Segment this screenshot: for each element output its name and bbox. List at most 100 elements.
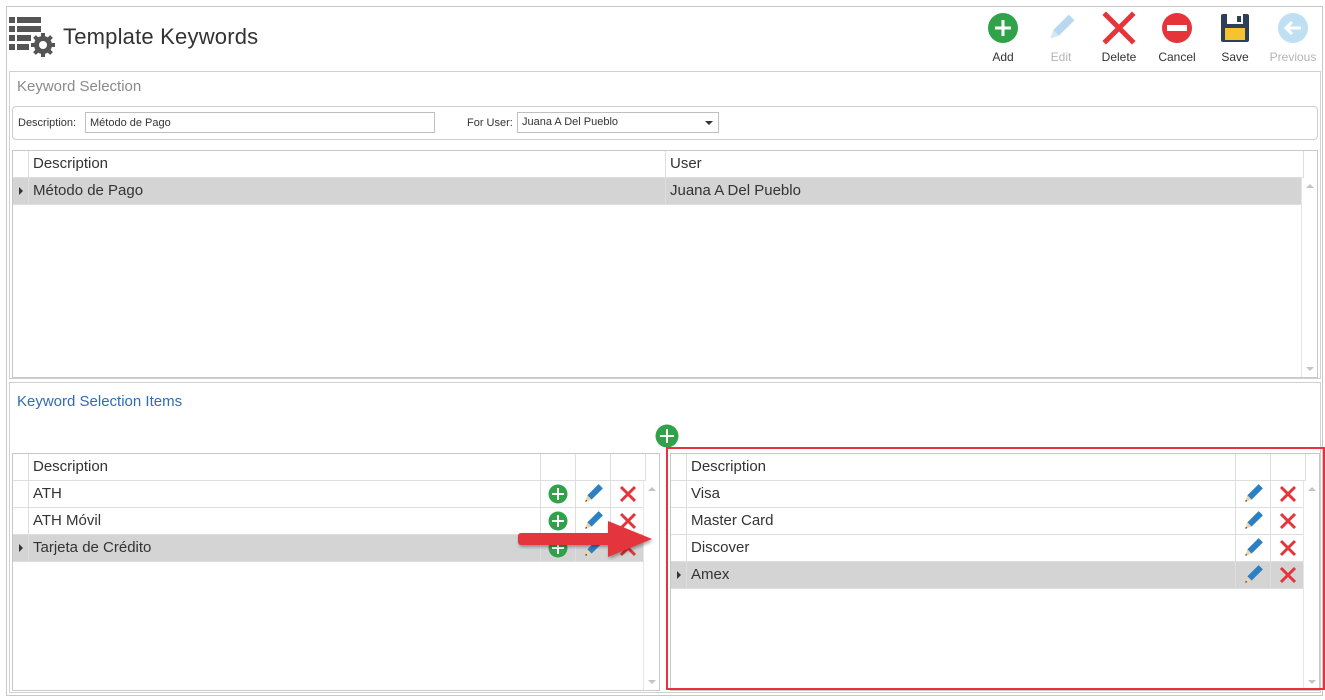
row-description: Método de Pago: [33, 182, 144, 199]
scroll-down-icon[interactable]: [648, 680, 656, 684]
row-description: Tarjeta de Crédito: [33, 539, 152, 556]
for-user-label: For User:: [467, 117, 513, 129]
delete-row-button[interactable]: [1270, 535, 1305, 561]
add-icon: [548, 538, 567, 558]
column-header-description[interactable]: Description: [28, 454, 108, 480]
keyword-items-panel: Keyword Selection Items Description ATH …: [9, 382, 1321, 693]
grid-header-row: Description User: [13, 151, 1303, 178]
for-user-value: Juana A Del Pueblo: [522, 116, 619, 128]
delete-icon: [619, 539, 636, 557]
edit-row-button[interactable]: [1235, 535, 1270, 561]
keyword-selection-panel: Keyword Selection Description: For User:…: [9, 71, 1321, 379]
delete-row-button[interactable]: [610, 535, 645, 561]
edit-button[interactable]: Edit: [1032, 9, 1090, 67]
table-row[interactable]: Método de Pago Juana A Del Pueblo: [13, 178, 1303, 205]
row-user: Juana A Del Pueblo: [670, 182, 801, 199]
divider: [28, 454, 29, 562]
add-item-button[interactable]: [655, 424, 679, 448]
pencil-icon: [1244, 538, 1263, 556]
filter-box: Description: For User: Juana A Del Puebl…: [12, 106, 1318, 140]
delete-row-button[interactable]: [610, 481, 645, 507]
add-row-button[interactable]: [540, 481, 575, 507]
table-row[interactable]: ATH Móvil: [13, 508, 645, 535]
delete-row-button[interactable]: [1270, 481, 1305, 507]
previous-label: Previous: [1269, 50, 1317, 64]
row-indicator: [13, 178, 28, 204]
divider: [1303, 151, 1304, 178]
edit-row-button[interactable]: [1235, 508, 1270, 534]
left-items-grid: Description ATH ATH Móvil Tarjeta de Cré…: [12, 453, 660, 691]
save-button[interactable]: Save: [1206, 9, 1264, 67]
edit-label: Edit: [1050, 50, 1072, 64]
add-icon: [548, 511, 567, 531]
scroll-up-icon[interactable]: [648, 487, 656, 491]
keyword-items-title: Keyword Selection Items: [17, 393, 183, 410]
chevron-down-icon: [705, 121, 713, 125]
pencil-icon: [584, 538, 603, 556]
row-description: Amex: [691, 566, 730, 583]
table-row[interactable]: Amex: [671, 562, 1305, 589]
edit-row-button[interactable]: [575, 535, 610, 561]
scroll-down-icon[interactable]: [1306, 367, 1314, 371]
scroll-up-icon[interactable]: [1306, 184, 1314, 188]
scroll-up-icon[interactable]: [1308, 487, 1316, 491]
description-input[interactable]: [85, 112, 435, 133]
right-items-grid: Description Visa Master Card Discover Am…: [670, 453, 1320, 691]
table-row[interactable]: Master Card: [671, 508, 1305, 535]
column-header-description[interactable]: Description: [686, 454, 766, 480]
divider: [575, 454, 576, 562]
delete-icon: [1279, 539, 1296, 557]
previous-icon: [1276, 11, 1310, 45]
scroll-down-icon[interactable]: [1308, 680, 1316, 684]
delete-label: Delete: [1101, 50, 1137, 64]
table-row[interactable]: Visa: [671, 481, 1305, 508]
vertical-scrollbar[interactable]: [1301, 178, 1317, 377]
edit-icon: [1044, 11, 1078, 45]
column-header-user[interactable]: User: [665, 151, 702, 177]
table-row[interactable]: ATH: [13, 481, 645, 508]
row-indicator: [13, 535, 28, 561]
add-row-button[interactable]: [540, 535, 575, 561]
add-icon: [986, 11, 1020, 45]
add-icon: [548, 484, 567, 504]
delete-row-button[interactable]: [1270, 562, 1305, 588]
cancel-icon: [1160, 11, 1194, 45]
keyword-selection-grid: Description User Método de Pago Juana A …: [12, 150, 1318, 378]
delete-row-button[interactable]: [610, 508, 645, 534]
divider: [540, 454, 541, 562]
delete-icon: [1279, 566, 1296, 584]
table-row[interactable]: Discover: [671, 535, 1305, 562]
description-label: Description:: [18, 117, 77, 129]
pencil-icon: [1244, 565, 1263, 583]
row-description: Master Card: [691, 512, 774, 529]
add-button[interactable]: Add: [974, 9, 1032, 67]
pencil-icon: [1244, 484, 1263, 502]
edit-row-button[interactable]: [1235, 562, 1270, 588]
row-description: ATH: [33, 485, 62, 502]
edit-row-button[interactable]: [575, 508, 610, 534]
app-window: Template Keywords Add Edit Delete Cancel…: [6, 6, 1323, 696]
divider: [610, 454, 611, 562]
divider: [1270, 454, 1271, 589]
edit-row-button[interactable]: [575, 481, 610, 507]
for-user-select[interactable]: Juana A Del Pueblo: [517, 112, 719, 133]
divider: [686, 454, 687, 589]
toolbar: Add Edit Delete Cancel Save Previous: [974, 9, 1322, 67]
column-header-description[interactable]: Description: [28, 151, 108, 177]
vertical-scrollbar[interactable]: [643, 481, 659, 690]
delete-button[interactable]: Delete: [1090, 9, 1148, 67]
row-indicator: [671, 562, 686, 588]
keyword-selection-title: Keyword Selection: [17, 78, 142, 95]
cancel-button[interactable]: Cancel: [1148, 9, 1206, 67]
divider: [645, 454, 646, 481]
grid-header-row: Description: [671, 454, 1305, 481]
divider: [665, 151, 666, 205]
vertical-scrollbar[interactable]: [1303, 481, 1319, 690]
table-row[interactable]: Tarjeta de Crédito: [13, 535, 645, 562]
delete-icon: [1102, 11, 1136, 45]
edit-row-button[interactable]: [1235, 481, 1270, 507]
delete-row-button[interactable]: [1270, 508, 1305, 534]
header: Template Keywords Add Edit Delete Cancel…: [7, 7, 1322, 69]
add-row-button[interactable]: [540, 508, 575, 534]
previous-button[interactable]: Previous: [1264, 9, 1322, 67]
